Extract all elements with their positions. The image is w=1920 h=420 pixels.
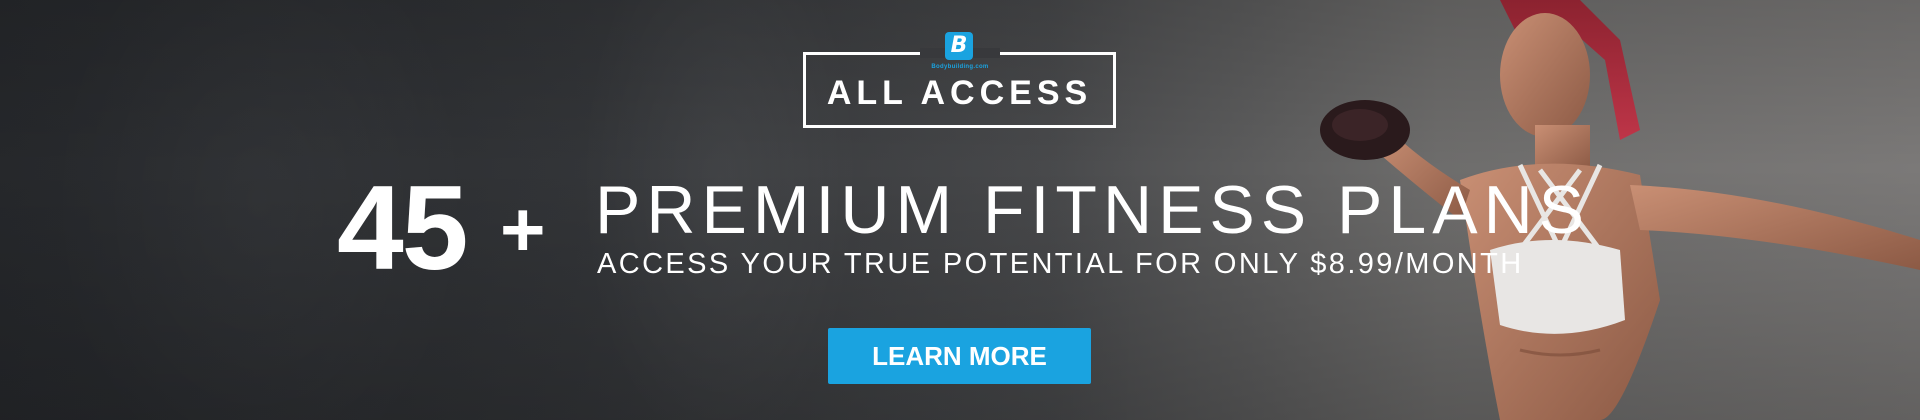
headline: PREMIUM FITNESS PLANS	[595, 172, 1591, 248]
plan-count: 45	[337, 161, 468, 295]
promo-banner[interactable]: B Bodybuilding.com ALL ACCESS 45 + PREMI…	[0, 0, 1920, 420]
bodybuilding-wordmark: Bodybuilding.com	[931, 64, 989, 70]
learn-more-button[interactable]: LEARN MORE	[828, 328, 1091, 384]
all-access-logo-text: ALL ACCESS	[826, 74, 1093, 112]
subheadline: ACCESS YOUR TRUE POTENTIAL FOR ONLY $8.9…	[597, 248, 1524, 280]
bodybuilding-logo-icon: B	[945, 32, 973, 60]
plan-count-suffix: +	[500, 185, 546, 273]
